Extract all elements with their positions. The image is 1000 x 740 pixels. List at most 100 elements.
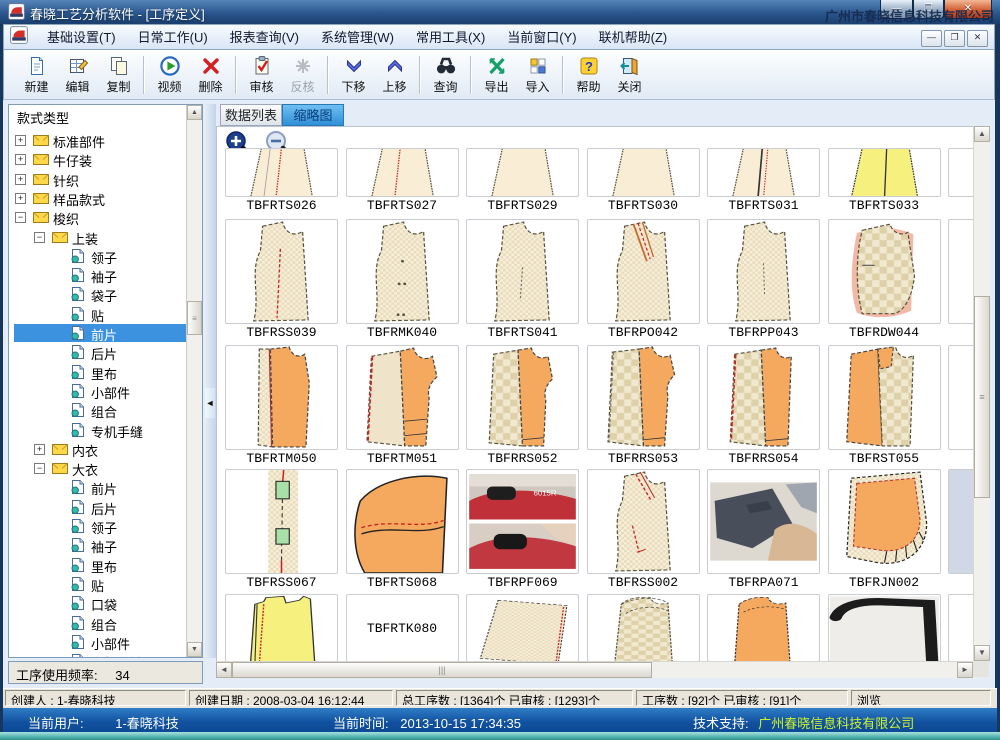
panel-splitter[interactable]: ◄ bbox=[204, 104, 216, 658]
thumbnail-cell[interactable] bbox=[707, 594, 820, 662]
sidebar-item-26[interactable]: 小部件 bbox=[9, 633, 187, 652]
sidebar-item-2[interactable]: +针织 bbox=[9, 170, 187, 189]
tab-data-list[interactable]: 数据列表 bbox=[220, 104, 282, 126]
sidebar-item-18[interactable]: 前片 bbox=[9, 478, 187, 497]
tree-expand-toggle[interactable]: + bbox=[15, 135, 26, 146]
toolbar-button-6[interactable]: 反核 bbox=[282, 53, 323, 97]
thumbnail-cell[interactable] bbox=[948, 219, 974, 324]
thumbnail-cell[interactable] bbox=[948, 148, 974, 197]
mdi-minimize-button[interactable]: — bbox=[921, 30, 942, 47]
tree-expand-toggle[interactable]: − bbox=[15, 212, 26, 223]
mdi-close-button[interactable]: ✕ bbox=[967, 30, 988, 47]
sidebar-item-13[interactable]: 小部件 bbox=[9, 382, 187, 401]
tree-scroll-up-icon[interactable]: ▲ bbox=[187, 105, 202, 120]
tree-expand-toggle[interactable]: − bbox=[34, 232, 45, 243]
sidebar-item-3[interactable]: +样品款式 bbox=[9, 189, 187, 208]
toolbar-button-9[interactable]: 查询 bbox=[425, 53, 466, 97]
thumbnail-cell[interactable] bbox=[225, 345, 338, 450]
thumbnail-cell[interactable] bbox=[828, 345, 941, 450]
tree-expand-toggle[interactable]: − bbox=[34, 463, 45, 474]
thumbnail-cell[interactable] bbox=[466, 219, 579, 324]
tree-scrollbar[interactable]: ▲ ≡ ▼ bbox=[186, 105, 202, 657]
sidebar-item-20[interactable]: 领子 bbox=[9, 517, 187, 536]
sidebar-item-1[interactable]: +牛仔装 bbox=[9, 150, 187, 169]
toolbar-button-10[interactable]: 导出 bbox=[476, 53, 517, 97]
sidebar-item-15[interactable]: 专机手缝 bbox=[9, 421, 187, 440]
sidebar-item-8[interactable]: 袋子 bbox=[9, 285, 187, 304]
thumbnail-cell[interactable] bbox=[225, 148, 338, 197]
menu-item-2[interactable]: 报表查询(V) bbox=[219, 27, 310, 48]
thumbnail-cell[interactable] bbox=[346, 469, 459, 574]
vertical-scrollbar[interactable]: ▲ ≡ ▼ bbox=[973, 126, 990, 661]
sidebar-item-4[interactable]: −梭织 bbox=[9, 208, 187, 227]
thumbnail-cell[interactable] bbox=[707, 345, 820, 450]
scroll-left-icon[interactable]: ◄ bbox=[216, 662, 232, 678]
menu-item-6[interactable]: 联机帮助(Z) bbox=[588, 27, 679, 48]
scroll-right-icon[interactable]: ► bbox=[957, 662, 973, 678]
thumbnail-cell[interactable] bbox=[828, 594, 941, 662]
vertical-scrollbar-thumb[interactable]: ≡ bbox=[974, 296, 990, 498]
thumbnail-cell[interactable] bbox=[828, 219, 941, 324]
thumbnail-cell[interactable] bbox=[707, 469, 820, 574]
toolbar-button-7[interactable]: 下移 bbox=[333, 53, 374, 97]
sidebar-item-22[interactable]: 里布 bbox=[9, 556, 187, 575]
thumbnail-cell[interactable] bbox=[948, 345, 974, 450]
thumbnail-cell[interactable] bbox=[225, 219, 338, 324]
thumbnail-cell[interactable] bbox=[587, 148, 700, 197]
thumbnail-cell[interactable] bbox=[346, 219, 459, 324]
menu-item-1[interactable]: 日常工作(U) bbox=[127, 27, 219, 48]
toolbar-button-5[interactable]: 审核 bbox=[241, 53, 282, 97]
sidebar-item-11[interactable]: 后片 bbox=[9, 343, 187, 362]
thumbnail-cell[interactable] bbox=[587, 345, 700, 450]
thumbnail-cell[interactable] bbox=[587, 594, 700, 662]
toolbar-button-3[interactable]: 视频 bbox=[149, 53, 190, 97]
toolbar-button-4[interactable]: 删除 bbox=[190, 53, 231, 97]
toolbar-button-2[interactable]: 复制 bbox=[98, 53, 139, 97]
mdi-restore-button[interactable]: ❐ bbox=[944, 30, 965, 47]
scroll-down-icon[interactable]: ▼ bbox=[974, 645, 990, 661]
thumbnail-cell[interactable] bbox=[346, 148, 459, 197]
thumbnail-cell[interactable] bbox=[587, 469, 700, 574]
toolbar-button-1[interactable]: 编辑 bbox=[57, 53, 98, 97]
sidebar-item-19[interactable]: 后片 bbox=[9, 498, 187, 517]
horizontal-scrollbar[interactable]: ◄ ||| ► bbox=[216, 661, 973, 678]
toolbar-button-13[interactable]: 关闭 bbox=[609, 53, 650, 97]
thumbnail-cell[interactable] bbox=[466, 345, 579, 450]
menu-item-3[interactable]: 系统管理(W) bbox=[310, 27, 405, 48]
thumbnail-cell[interactable] bbox=[707, 219, 820, 324]
sidebar-item-17[interactable]: −大衣 bbox=[9, 459, 187, 478]
toolbar-button-12[interactable]: ?帮助 bbox=[568, 53, 609, 97]
sidebar-item-21[interactable]: 袖子 bbox=[9, 536, 187, 555]
sidebar-item-6[interactable]: 领子 bbox=[9, 247, 187, 266]
thumbnail-cell[interactable]: TBFRTK080 bbox=[346, 594, 459, 662]
tree-expand-toggle[interactable]: + bbox=[15, 174, 26, 185]
thumbnail-cell[interactable]: 6015R bbox=[466, 469, 579, 574]
menu-item-4[interactable]: 常用工具(X) bbox=[405, 27, 496, 48]
thumbnail-cell[interactable] bbox=[466, 594, 579, 662]
toolbar-button-11[interactable]: 导入 bbox=[517, 53, 558, 97]
tab-thumbnail[interactable]: 缩略图 bbox=[282, 104, 344, 126]
sidebar-item-25[interactable]: 组合 bbox=[9, 614, 187, 633]
scroll-up-icon[interactable]: ▲ bbox=[974, 126, 990, 142]
thumbnail-cell[interactable] bbox=[828, 469, 941, 574]
sidebar-item-23[interactable]: 贴 bbox=[9, 575, 187, 594]
thumbnail-cell[interactable] bbox=[828, 148, 941, 197]
toolbar-button-0[interactable]: 新建 bbox=[16, 53, 57, 97]
thumbnail-cell[interactable] bbox=[707, 148, 820, 197]
tree-expand-toggle[interactable]: + bbox=[15, 154, 26, 165]
tree-expand-toggle[interactable]: + bbox=[34, 444, 45, 455]
sidebar-item-7[interactable]: 袖子 bbox=[9, 266, 187, 285]
thumbnail-cell[interactable] bbox=[948, 469, 974, 574]
tree-scroll-down-icon[interactable]: ▼ bbox=[187, 642, 202, 657]
sidebar-item-16[interactable]: +内衣 bbox=[9, 440, 187, 459]
thumbnail-cell[interactable] bbox=[466, 148, 579, 197]
sidebar-item-10[interactable]: 前片 bbox=[9, 324, 187, 343]
sidebar-item-12[interactable]: 里布 bbox=[9, 363, 187, 382]
collapse-arrow-icon[interactable]: ◄ bbox=[205, 388, 215, 418]
menu-item-0[interactable]: 基础设置(T) bbox=[36, 27, 127, 48]
sidebar-item-9[interactable]: 贴 bbox=[9, 305, 187, 324]
thumbnail-cell[interactable] bbox=[346, 345, 459, 450]
horizontal-scrollbar-thumb[interactable]: ||| bbox=[232, 662, 652, 678]
toolbar-button-8[interactable]: 上移 bbox=[374, 53, 415, 97]
thumbnail-cell[interactable] bbox=[225, 594, 338, 662]
